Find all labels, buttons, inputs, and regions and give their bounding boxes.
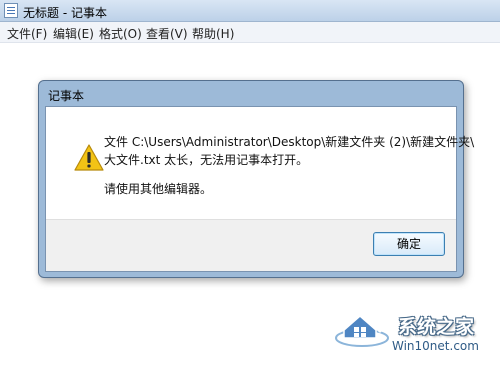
watermark-logo <box>335 310 389 347</box>
menu-help[interactable]: 帮助(H) <box>191 25 235 42</box>
ok-button[interactable]: 确定 <box>373 232 445 256</box>
notepad-icon <box>4 3 18 18</box>
watermark-url: Win10net.com <box>392 339 479 353</box>
dialog-message: 文件 C:\Users\Administrator\Desktop\新建文件夹 … <box>104 133 475 169</box>
dialog-body: 文件 C:\Users\Administrator\Desktop\新建文件夹 … <box>45 106 475 272</box>
watermark-brand: 系统之家 <box>398 316 475 338</box>
menu-view[interactable]: 查看(V) <box>145 25 189 42</box>
window-title: 无标题 - 记事本 <box>23 6 107 20</box>
error-dialog: 记事本 文件 C:\Users\Administrator\Desktop\新建… <box>38 80 475 278</box>
message-line-2: 大文件.txt 太长，无法用记事本打开。 <box>104 153 309 167</box>
dialog-title: 记事本 <box>48 89 85 103</box>
message-line-1: 文件 C:\Users\Administrator\Desktop\新建文件夹 … <box>104 135 475 149</box>
menu-bar: 文件(F) 编辑(E) 格式(O) 查看(V) 帮助(H) <box>0 22 500 43</box>
dialog-hint: 请使用其他编辑器。 <box>104 182 213 196</box>
menu-format[interactable]: 格式(O) <box>98 25 143 42</box>
dialog-footer: 确定 <box>46 219 456 271</box>
menu-edit[interactable]: 编辑(E) <box>52 25 95 42</box>
warning-icon <box>74 144 104 171</box>
main-title-bar: 无标题 - 记事本 <box>0 0 500 22</box>
menu-file[interactable]: 文件(F) <box>6 25 48 42</box>
